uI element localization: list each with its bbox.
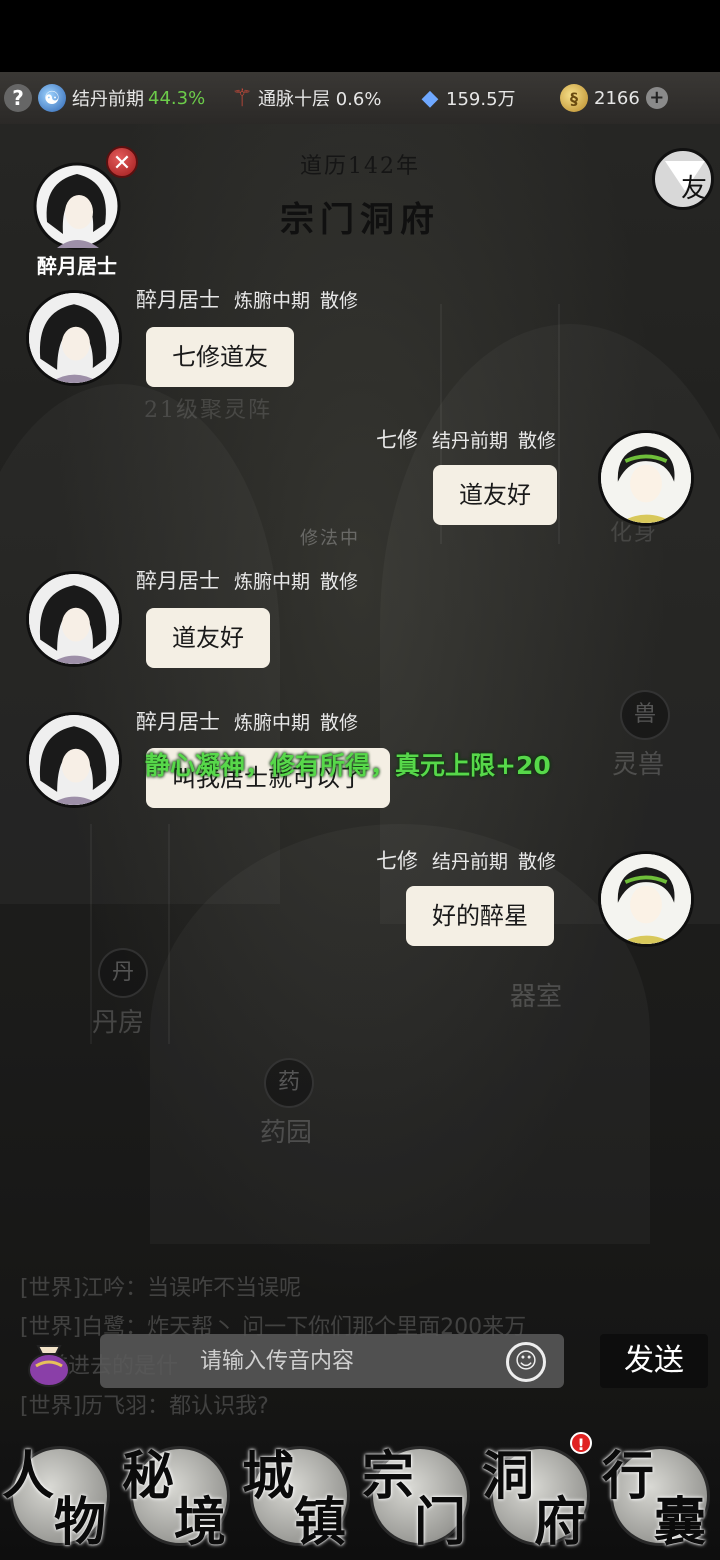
add-gold-icon[interactable]: + <box>645 87 668 109</box>
gold-stat[interactable]: § 2166 + <box>560 72 668 124</box>
nav-char-2: 物 <box>54 1492 107 1553</box>
message-bubble[interactable]: 七修道友 <box>146 327 294 387</box>
nav-sect[interactable]: 宗 门 <box>360 1438 480 1558</box>
nav-char-2: 囊 <box>654 1492 707 1553</box>
daoyou-label: 友 <box>680 174 707 204</box>
sender-name: 七修 <box>376 428 418 452</box>
notification-badge: ! <box>570 1432 592 1454</box>
sender-sect: 散修 <box>518 430 557 452</box>
alchemy-building-name[interactable]: 丹房 <box>92 1002 144 1039</box>
pouch-icon[interactable] <box>24 1336 74 1388</box>
sender-realm: 结丹前期 <box>432 851 509 873</box>
nav-char-2: 门 <box>414 1492 467 1553</box>
equipment-room-name[interactable]: 器室 <box>510 976 562 1013</box>
taiji-icon: ☯ <box>38 84 66 112</box>
chat-avatar-zuiyue[interactable] <box>26 712 122 808</box>
nav-char-1: 人 <box>2 1446 55 1507</box>
meridian-value: 通脉十层 0.6% <box>258 89 382 110</box>
nav-char-1: 行 <box>602 1446 655 1507</box>
sender-sect: 散修 <box>320 712 359 734</box>
nav-char-1: 洞 <box>482 1446 535 1507</box>
sender-name: 醉月居士 <box>136 569 220 593</box>
nav-char-1: 宗 <box>362 1446 415 1507</box>
cultivation-gain-toast: 静心凝神，修有所得，真元上限+20 <box>145 751 551 780</box>
sender-name: 醉月居士 <box>136 288 220 312</box>
message-meta: 醉月居士 炼腑中期 散修 <box>136 706 358 736</box>
nav-town[interactable]: 城 镇 <box>240 1438 360 1558</box>
top-character-name: 醉月居士 <box>37 254 117 278</box>
beast-building-icon[interactable]: 兽 <box>620 690 670 740</box>
sender-sect: 散修 <box>320 571 359 593</box>
close-icon[interactable]: ✕ <box>106 146 138 178</box>
nav-char-2: 镇 <box>294 1492 347 1553</box>
gold-value: 2166 <box>594 87 640 109</box>
nav-char-2: 府 <box>534 1492 587 1553</box>
nav-cave[interactable]: 洞 府 <box>480 1438 600 1558</box>
message-bubble[interactable]: 好的醉星 <box>406 886 554 946</box>
alchemy-building-icon[interactable]: 丹 <box>98 948 148 998</box>
message-bubble[interactable]: 道友好 <box>433 465 557 525</box>
cultivating-label: 修法中 <box>300 528 360 549</box>
chat-avatar-zuiyue[interactable] <box>26 571 122 667</box>
nav-inventory[interactable]: 行 囊 <box>600 1438 720 1558</box>
realm-stat[interactable]: ☯ 结丹前期 44.3% <box>38 72 205 124</box>
array-label[interactable]: 21级聚灵阵 <box>144 392 272 424</box>
message-input[interactable] <box>100 1334 500 1388</box>
realm-percent: 44.3% <box>148 87 206 109</box>
message-meta: 醉月居士 炼腑中期 散修 <box>136 284 358 314</box>
top-character-avatar[interactable] <box>33 162 121 250</box>
voice-message-bar: ☺ <box>100 1334 564 1388</box>
chat-avatar-zuiyue[interactable] <box>26 290 122 386</box>
resource-bar: ? ☯ 结丹前期 44.3% ⚚ 通脉十层 0.6% ◆ 159.5万 § 21… <box>0 72 720 124</box>
sender-realm: 炼腑中期 <box>234 571 311 593</box>
nav-secret-realm[interactable]: 秘 境 <box>120 1438 240 1558</box>
bottom-navigation: 人 物 秘 境 城 镇 宗 门 洞 府 行 囊 <box>0 1430 720 1560</box>
realm-label: 结丹前期 <box>72 89 144 110</box>
background-mountain <box>150 824 650 1244</box>
emoji-icon[interactable]: ☺ <box>506 1342 546 1382</box>
meridian-stat[interactable]: ⚚ 通脉十层 0.6% <box>231 72 382 124</box>
nav-character[interactable]: 人 物 <box>0 1438 120 1558</box>
sender-sect: 散修 <box>320 290 359 312</box>
sender-realm: 炼腑中期 <box>234 712 311 734</box>
herb-garden-name[interactable]: 药园 <box>260 1112 312 1149</box>
sender-name: 七修 <box>376 849 418 873</box>
chat-avatar-qixiu[interactable] <box>598 430 694 526</box>
coin-icon: § <box>560 84 588 112</box>
nav-char-1: 秘 <box>122 1446 175 1507</box>
nav-char-1: 城 <box>242 1446 295 1507</box>
spear-icon: ⚚ <box>231 84 253 112</box>
crystal-icon: ◆ <box>421 85 439 111</box>
sender-realm: 结丹前期 <box>432 430 509 452</box>
message-meta: 七修 结丹前期 散修 <box>376 424 556 454</box>
sender-realm: 炼腑中期 <box>234 290 311 312</box>
help-button[interactable]: ? <box>4 72 38 124</box>
question-icon: ? <box>4 84 32 112</box>
send-button[interactable]: 发送 <box>600 1334 708 1388</box>
message-meta: 七修 结丹前期 散修 <box>376 845 556 875</box>
world-chat-line[interactable]: [世界]江吟：当误咋不当误呢 <box>20 1270 301 1302</box>
chat-avatar-qixiu[interactable] <box>598 851 694 947</box>
spirit-stone-value: 159.5万 <box>446 89 516 110</box>
sender-sect: 散修 <box>518 851 557 873</box>
daoyou-toggle-button[interactable]: 友 <box>652 148 714 210</box>
message-bubble[interactable]: 道友好 <box>146 608 270 668</box>
beast-building-name[interactable]: 灵兽 <box>612 744 664 781</box>
world-chat-line[interactable]: [世界]历飞羽：都认识我? <box>20 1388 269 1420</box>
system-status-area <box>0 0 720 72</box>
nav-char-2: 境 <box>174 1492 227 1553</box>
spirit-stone-stat[interactable]: ◆ 159.5万 <box>420 72 516 124</box>
herb-garden-icon[interactable]: 药 <box>264 1058 314 1108</box>
sender-name: 醉月居士 <box>136 710 220 734</box>
message-meta: 醉月居士 炼腑中期 散修 <box>136 565 358 595</box>
